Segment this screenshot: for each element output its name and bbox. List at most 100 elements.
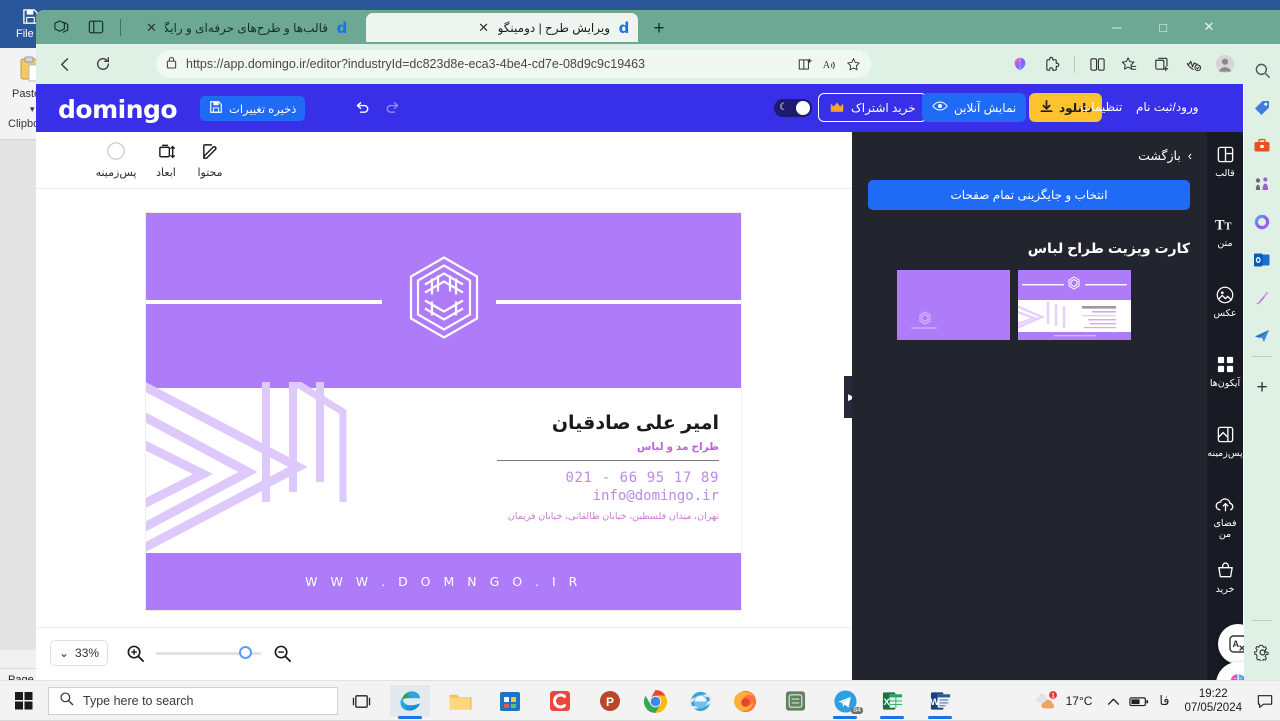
new-tab-button[interactable]: + [646,17,672,41]
extensions-icon[interactable] [1037,49,1067,79]
rail-item-template[interactable]: قالب [1207,144,1243,179]
tab-close-icon[interactable]: ✕ [476,20,492,36]
save-changes-button[interactable]: ذخیره تغییرات [200,96,305,121]
taskbar-app-camtasia[interactable] [540,685,580,717]
read-aloud-icon[interactable]: A [817,52,841,76]
split-screen-icon[interactable] [1082,49,1112,79]
card-role: طراح مد و لباس [399,441,719,453]
copilot-icon[interactable] [1248,208,1276,236]
task-view-button[interactable] [348,688,374,714]
back-button[interactable] [50,49,80,79]
browser-essentials-icon[interactable] [1178,49,1208,79]
taskbar-app-word[interactable]: W [920,685,960,717]
zoom-out-button[interactable] [271,642,293,664]
notification-center-icon[interactable] [1250,681,1280,721]
battery-icon[interactable] [1126,681,1152,721]
taskbar-app-firefox[interactable] [725,685,765,717]
image-creator-icon[interactable] [1248,284,1276,312]
weather-icon[interactable]: 1 [1030,681,1064,721]
add-icon[interactable]: + [1248,374,1276,402]
taskbar-search-box[interactable]: Type here to search [48,687,338,715]
games-icon[interactable] [1248,170,1276,198]
browser-tab-active[interactable]: d ویرایش طرح | دومینگو ✕ [366,13,638,42]
taskbar-app-internet-explorer[interactable] [680,685,720,717]
favorites-icon[interactable] [1114,49,1144,79]
template-thumbnail-back[interactable] [897,270,1010,340]
window-minimize-button[interactable]: ─ [1094,10,1140,44]
online-preview-button[interactable]: نمایش آنلاین [922,93,1026,122]
buy-subscription-button[interactable]: خرید اشتراک [818,93,927,122]
card-text-block[interactable]: امیر علی صادقیان طراح مد و لباس 021 - 66… [399,412,719,522]
tab-pane-icon[interactable] [84,16,108,38]
rail-item-label: متن [1207,238,1243,249]
design-canvas[interactable]: امیر علی صادقیان طراح مد و لباس 021 - 66… [36,189,852,682]
login-register-link[interactable]: ورود/ثبت نام [1136,100,1199,114]
profile-avatar-icon[interactable] [1210,49,1240,79]
split-screen-icon[interactable] [793,52,817,76]
toolbar-item-dimensions[interactable]: ابعاد [140,140,192,179]
show-hidden-icons-chevron[interactable] [1100,681,1126,721]
file-menu-label[interactable]: File [16,28,34,40]
tab-close-icon[interactable]: ✕ [144,20,159,36]
settings-link[interactable]: تنظیمات [1080,100,1122,114]
app-active-indicator [398,716,422,719]
reload-button[interactable] [88,49,118,79]
rail-item-label: فضای من [1207,518,1243,540]
clock[interactable]: 19:22 07/05/2024 [1184,687,1242,715]
address-bar[interactable]: https://app.domingo.ir/editor?industryId… [156,50,871,78]
back-button[interactable]: › بازگشت [1138,148,1192,163]
zoom-percent-dropdown[interactable]: ⌄ 33% [50,640,108,666]
rail-item-label: قالب [1207,168,1243,179]
tab-actions [50,16,123,38]
clock-time: 19:22 [1184,687,1242,701]
replace-all-pages-button[interactable]: انتخاب و جایگزینی تمام صفحات [868,180,1190,210]
outlook-icon[interactable] [1248,246,1276,274]
redo-button[interactable] [384,98,401,120]
language-indicator[interactable]: فا [1152,681,1176,721]
bag-icon [1207,560,1243,581]
taskbar-app-edge[interactable] [390,685,430,717]
tools-icon[interactable] [1248,132,1276,160]
start-button[interactable] [8,686,40,716]
browser-tab-inactive[interactable]: d قالب‌ها و طرح‌های حرفه‌ای و رایگان ✕ [136,13,356,42]
edge-sidebar: + [1244,44,1280,682]
dark-mode-toggle[interactable]: ☾ [774,99,812,117]
rail-item-my-space[interactable]: فضای من [1207,494,1243,540]
zoom-in-button[interactable] [124,642,146,664]
search-icon[interactable] [1248,56,1276,84]
favorite-star-icon[interactable] [841,52,865,76]
copilot-icon[interactable] [1005,49,1035,79]
url-text: https://app.domingo.ir/editor?industryId… [186,57,793,71]
shopping-icon[interactable] [1248,94,1276,122]
toolbar-item-background[interactable]: پس‌زمینه [90,140,142,179]
taskbar-app-microsoft-store[interactable] [490,685,530,717]
rail-item-image[interactable]: عکس [1207,284,1243,319]
drop-icon[interactable] [1248,322,1276,350]
svg-text:A: A [822,59,830,70]
collections-icon[interactable] [1146,49,1176,79]
taskbar-app-telegram[interactable]: 84 [825,685,865,717]
template-thumbnails [897,270,1131,340]
taskbar-app-powerpoint-like[interactable]: P [590,685,630,717]
settings-icon[interactable] [1248,638,1276,666]
taskbar-app-excel[interactable]: X [872,685,912,717]
rail-item-icons[interactable]: آیکون‌ها [1207,354,1243,389]
taskbar-app-file-explorer[interactable] [440,685,480,717]
undo-button[interactable] [354,98,371,120]
browser-titlebar: d قالب‌ها و طرح‌های حرفه‌ای و رایگان ✕ d… [36,10,1280,44]
business-card-design[interactable]: امیر علی صادقیان طراح مد و لباس 021 - 66… [146,213,741,610]
rail-item-shop[interactable]: خرید [1207,560,1243,595]
edge-browser-window: d قالب‌ها و طرح‌های حرفه‌ای و رایگان ✕ d… [36,10,1280,682]
window-maximize-button[interactable]: □ [1140,10,1186,44]
window-close-button[interactable]: ✕ [1186,10,1232,44]
rail-item-background[interactable]: پس‌زمینه [1207,424,1243,459]
svg-text:T: T [1224,221,1231,232]
template-thumbnail-front[interactable] [1018,270,1131,340]
zoom-slider-handle[interactable] [239,646,252,659]
tab-group-icon[interactable] [50,16,74,38]
rail-item-text[interactable]: TT متن [1207,214,1243,249]
paste-chevron-icon[interactable]: ▾ [30,104,35,115]
taskbar-app-notes[interactable] [775,685,815,717]
system-tray: 1 17°C فا 19:22 07/05/2024 [1030,681,1280,721]
taskbar-app-chrome[interactable] [635,685,675,717]
